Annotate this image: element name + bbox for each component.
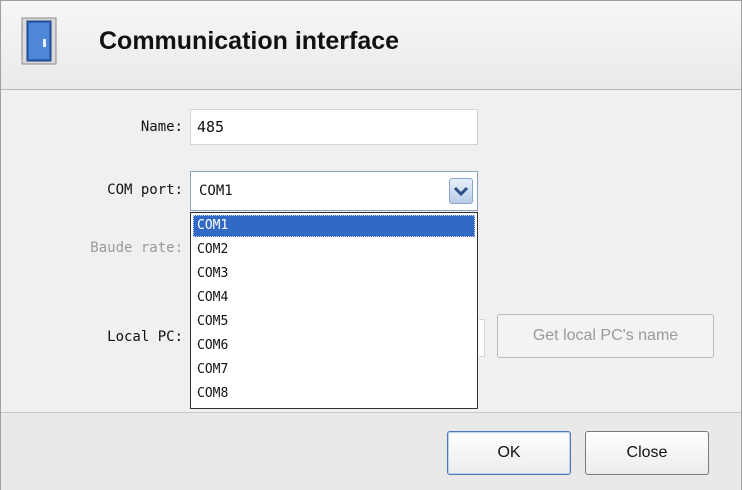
baud-rate-label: Baude rate: — [90, 240, 183, 256]
dialog-title: Communication interface — [99, 27, 400, 55]
door-icon — [21, 17, 57, 65]
communication-dialog: Communication interface Name: 485 COM po… — [0, 0, 742, 490]
dialog-footer: OK Close — [1, 412, 741, 490]
com-port-dropdown-list: COM1 COM2 COM3 COM4 COM5 COM6 COM7 COM8 — [190, 212, 478, 409]
close-button[interactable]: Close — [585, 431, 709, 475]
name-label: Name: — [140, 119, 183, 135]
dropdown-option-com8[interactable]: COM8 — [193, 383, 475, 405]
name-input[interactable]: 485 — [190, 109, 478, 145]
dropdown-option-com3[interactable]: COM3 — [193, 263, 475, 285]
chevron-down-icon — [453, 186, 469, 197]
ok-button-label: OK — [497, 444, 521, 461]
dropdown-button[interactable] — [449, 178, 473, 204]
dropdown-option-com5[interactable]: COM5 — [193, 311, 475, 333]
local-pc-input[interactable] — [479, 319, 485, 357]
dialog-header: Communication interface — [1, 1, 741, 90]
dropdown-option-com4[interactable]: COM4 — [193, 287, 475, 309]
dropdown-option-com7[interactable]: COM7 — [193, 359, 475, 381]
com-port-label: COM port: — [107, 182, 183, 198]
com-port-select[interactable]: COM1 — [190, 171, 478, 211]
dropdown-option-com2[interactable]: COM2 — [193, 239, 475, 261]
ok-button[interactable]: OK — [447, 431, 571, 475]
com-port-value: COM1 — [199, 183, 233, 199]
dropdown-option-com6[interactable]: COM6 — [193, 335, 475, 357]
local-pc-label: Local PC: — [107, 329, 183, 345]
get-local-pc-name-button[interactable]: Get local PC's name — [497, 314, 714, 358]
dropdown-option-com1[interactable]: COM1 — [193, 215, 475, 237]
close-button-label: Close — [626, 444, 668, 461]
